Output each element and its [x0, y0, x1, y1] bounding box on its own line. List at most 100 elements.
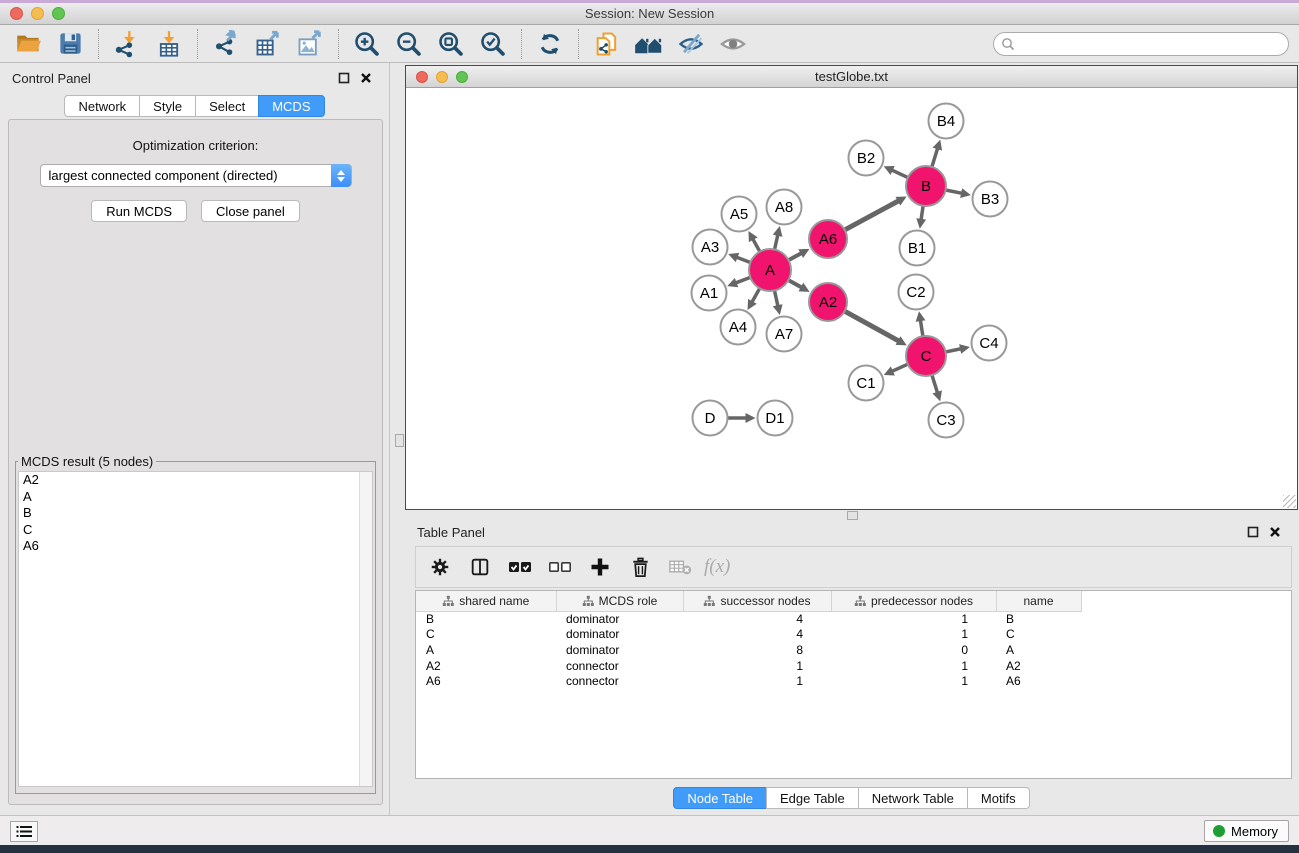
- edge-A-A8[interactable]: [775, 235, 778, 250]
- edge-C-C2[interactable]: [920, 320, 923, 336]
- table-cell[interactable]: connector: [556, 673, 683, 689]
- table-row[interactable]: Bdominator41B: [416, 611, 1081, 627]
- float-panel-button[interactable]: [333, 72, 355, 84]
- edge-A-A3[interactable]: [737, 257, 751, 262]
- mcds-result-item[interactable]: A: [19, 489, 372, 506]
- edge-A-A7[interactable]: [774, 291, 777, 307]
- frame-handle-left[interactable]: [395, 434, 404, 447]
- table-cell[interactable]: 1: [831, 658, 996, 674]
- edge-C-C4[interactable]: [946, 349, 962, 352]
- hide-selected-button[interactable]: [675, 28, 707, 60]
- tab-style[interactable]: Style: [139, 95, 196, 117]
- table-cell[interactable]: dominator: [556, 611, 683, 627]
- mcds-result-item[interactable]: B: [19, 505, 372, 522]
- edge-B-B3[interactable]: [946, 190, 962, 193]
- mcds-result-item[interactable]: A2: [19, 472, 372, 489]
- edge-B-B1[interactable]: [921, 206, 923, 220]
- table-cell[interactable]: dominator: [556, 642, 683, 658]
- new-network-from-selection-button[interactable]: [591, 28, 623, 60]
- function-builder-button[interactable]: f(x): [704, 556, 730, 578]
- table-cell[interactable]: 8: [683, 642, 831, 658]
- export-image-button[interactable]: [294, 28, 326, 60]
- table-row[interactable]: Cdominator41C: [416, 627, 1081, 643]
- deselect-all-columns-button[interactable]: [544, 551, 576, 583]
- edge-A6-B[interactable]: [845, 201, 899, 230]
- tab-motifs[interactable]: Motifs: [967, 787, 1030, 809]
- edge-C-C1[interactable]: [892, 364, 908, 371]
- table-cell[interactable]: A6: [996, 673, 1081, 689]
- edge-A-A4[interactable]: [752, 288, 760, 302]
- mcds-result-item[interactable]: A6: [19, 538, 372, 555]
- zoom-fit-button[interactable]: [435, 28, 467, 60]
- table-options-button[interactable]: [424, 551, 456, 583]
- open-session-button[interactable]: [12, 28, 44, 60]
- table-cell[interactable]: A: [996, 642, 1081, 658]
- column-header-shared-name[interactable]: shared name: [416, 591, 556, 611]
- resize-grip-icon[interactable]: [1283, 495, 1296, 508]
- select-all-columns-button[interactable]: [504, 551, 536, 583]
- table-cell[interactable]: B: [416, 611, 556, 627]
- table-cell[interactable]: A6: [416, 673, 556, 689]
- tab-network-table[interactable]: Network Table: [858, 787, 968, 809]
- edge-B-B4[interactable]: [932, 148, 938, 167]
- criterion-select[interactable]: largest connected component (directed): [40, 164, 352, 187]
- table-cell[interactable]: 0: [831, 642, 996, 658]
- edge-C-C3[interactable]: [932, 375, 938, 393]
- run-mcds-button[interactable]: Run MCDS: [91, 200, 187, 222]
- node-table-grid[interactable]: shared nameMCDS rolesuccessor nodesprede…: [416, 591, 1082, 689]
- edge-A-A1[interactable]: [736, 277, 751, 283]
- show-columns-button[interactable]: [464, 551, 496, 583]
- table-cell[interactable]: dominator: [556, 627, 683, 643]
- memory-button[interactable]: Memory: [1204, 820, 1289, 842]
- table-cell[interactable]: C: [416, 627, 556, 643]
- close-panel-action-button[interactable]: Close panel: [201, 200, 300, 222]
- edge-A-A6[interactable]: [789, 253, 802, 260]
- show-all-button[interactable]: [717, 28, 749, 60]
- first-neighbors-button[interactable]: [633, 28, 665, 60]
- scrollbar-track[interactable]: [359, 472, 372, 786]
- edge-A2-C[interactable]: [845, 311, 899, 341]
- table-cell[interactable]: 4: [683, 627, 831, 643]
- float-table-panel-button[interactable]: [1242, 526, 1264, 538]
- save-session-button[interactable]: [54, 28, 86, 60]
- zoom-in-button[interactable]: [351, 28, 383, 60]
- tab-edge-table[interactable]: Edge Table: [766, 787, 859, 809]
- table-cell[interactable]: A2: [416, 658, 556, 674]
- table-cell[interactable]: 1: [683, 658, 831, 674]
- table-cell[interactable]: C: [996, 627, 1081, 643]
- zoom-selected-button[interactable]: [477, 28, 509, 60]
- close-table-panel-button[interactable]: [1264, 526, 1286, 538]
- delete-columns-button[interactable]: [624, 551, 656, 583]
- table-cell[interactable]: A: [416, 642, 556, 658]
- edge-B-B2[interactable]: [892, 170, 908, 177]
- table-cell[interactable]: 1: [831, 627, 996, 643]
- table-cell[interactable]: 4: [683, 611, 831, 627]
- create-column-button[interactable]: [584, 551, 616, 583]
- table-row[interactable]: A2connector11A2: [416, 658, 1081, 674]
- table-row[interactable]: A6connector11A6: [416, 673, 1081, 689]
- column-header-MCDS-role[interactable]: MCDS role: [556, 591, 683, 611]
- tab-mcds[interactable]: MCDS: [258, 95, 324, 117]
- table-cell[interactable]: 1: [831, 611, 996, 627]
- import-network-button[interactable]: [111, 28, 143, 60]
- column-header-name[interactable]: name: [996, 591, 1081, 611]
- tab-select[interactable]: Select: [195, 95, 259, 117]
- show-panels-button[interactable]: [10, 821, 38, 842]
- column-header-successor-nodes[interactable]: successor nodes: [683, 591, 831, 611]
- delete-table-button[interactable]: [664, 551, 696, 583]
- table-row[interactable]: Adominator80A: [416, 642, 1081, 658]
- edge-A-A2[interactable]: [788, 280, 801, 287]
- mcds-result-item[interactable]: C: [19, 522, 372, 539]
- export-network-button[interactable]: [210, 28, 242, 60]
- import-table-button[interactable]: [153, 28, 185, 60]
- export-table-button[interactable]: [252, 28, 284, 60]
- close-panel-button[interactable]: [355, 72, 377, 84]
- table-cell[interactable]: A2: [996, 658, 1081, 674]
- table-cell[interactable]: 1: [831, 673, 996, 689]
- frame-handle-bottom[interactable]: [847, 511, 858, 520]
- edge-A-A5[interactable]: [753, 239, 760, 252]
- network-canvas[interactable]: B4B2BB3A8A5A6A3B1AC2A1A2A4A7C4CC1DD1C3: [406, 89, 1297, 509]
- zoom-out-button[interactable]: [393, 28, 425, 60]
- column-header-predecessor-nodes[interactable]: predecessor nodes: [831, 591, 996, 611]
- tab-node-table[interactable]: Node Table: [673, 787, 767, 809]
